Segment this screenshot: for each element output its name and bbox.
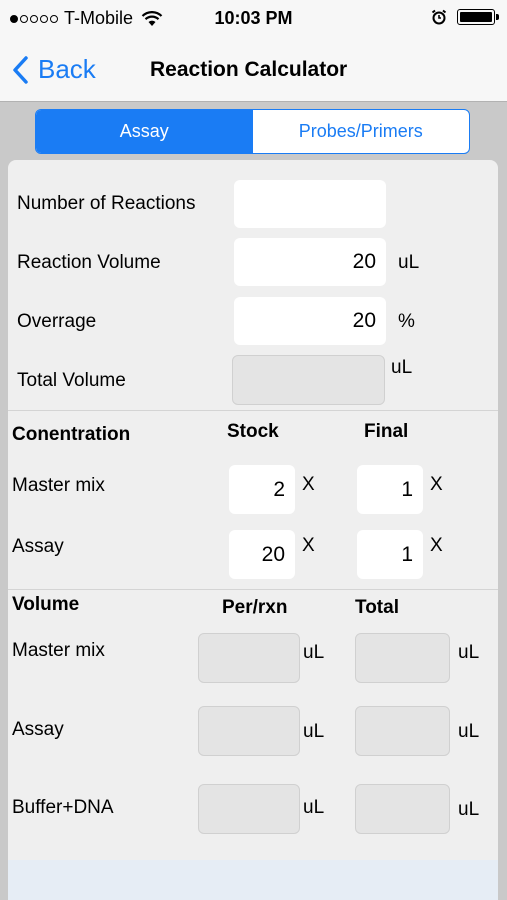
buffer-dna-vol-label: Buffer+DNA bbox=[12, 797, 114, 818]
buffer-dna-total-unit: uL bbox=[458, 799, 480, 820]
assay-final-input[interactable]: 1 bbox=[357, 530, 423, 579]
volume-label: Reaction Volume bbox=[17, 252, 161, 273]
total-volume-output bbox=[232, 355, 385, 405]
assay-total-output bbox=[355, 706, 450, 756]
back-label: Back bbox=[38, 54, 96, 84]
total-volume-label: Total Volume bbox=[17, 370, 126, 391]
concentration-heading: Conentration bbox=[12, 424, 131, 445]
final-column-header: Final bbox=[364, 421, 409, 442]
master-mix-total-output bbox=[355, 633, 450, 683]
assay-conc-label: Assay bbox=[12, 536, 64, 557]
assay-total-unit: uL bbox=[458, 721, 480, 742]
total-column-header: Total bbox=[355, 597, 399, 618]
volume-unit: uL bbox=[398, 252, 420, 273]
buffer-dna-per-rxn-unit: uL bbox=[303, 797, 325, 818]
panel-footer bbox=[8, 860, 498, 900]
assay-vol-label: Assay bbox=[12, 719, 64, 740]
volume-heading: Volume bbox=[12, 594, 80, 615]
master-mix-stock-input[interactable]: 2 bbox=[229, 465, 295, 514]
page-title: Reaction Calculator bbox=[150, 58, 348, 81]
master-mix-per-rxn-unit: uL bbox=[303, 642, 325, 663]
master-mix-total-unit: uL bbox=[458, 642, 480, 663]
per-rxn-column-header: Per/rxn bbox=[222, 597, 288, 618]
total-volume-unit: uL bbox=[391, 357, 413, 378]
buffer-dna-per-rxn-output bbox=[198, 784, 300, 834]
reactions-input[interactable] bbox=[234, 180, 386, 228]
buffer-dna-total-output bbox=[355, 784, 450, 834]
tab-assay[interactable]: Assay bbox=[36, 110, 253, 153]
section-divider bbox=[8, 589, 498, 590]
stock-column-header: Stock bbox=[227, 421, 279, 442]
navigation-bar: Back Reaction Calculator bbox=[0, 38, 507, 102]
status-bar: T-Mobile 10:03 PM bbox=[0, 0, 507, 38]
battery-icon bbox=[457, 9, 499, 25]
master-mix-per-rxn-output bbox=[198, 633, 300, 683]
overage-input[interactable]: 20 bbox=[234, 297, 386, 345]
back-button[interactable]: Back bbox=[12, 54, 96, 85]
master-mix-final-input[interactable]: 1 bbox=[357, 465, 423, 514]
master-mix-final-unit: X bbox=[430, 474, 443, 495]
section-divider bbox=[8, 410, 498, 411]
assay-final-unit: X bbox=[430, 535, 443, 556]
assay-per-rxn-output bbox=[198, 706, 300, 756]
assay-stock-input[interactable]: 20 bbox=[229, 530, 295, 579]
assay-per-rxn-unit: uL bbox=[303, 721, 325, 742]
assay-stock-unit: X bbox=[302, 535, 315, 556]
tab-probes-primers[interactable]: Probes/Primers bbox=[253, 110, 470, 153]
overage-unit: % bbox=[398, 311, 415, 332]
segmented-control: Assay Probes/Primers bbox=[35, 109, 470, 154]
alarm-icon bbox=[431, 9, 447, 25]
overage-label: Overrage bbox=[17, 311, 97, 332]
chevron-left-icon bbox=[13, 55, 28, 84]
master-mix-conc-label: Master mix bbox=[12, 475, 105, 496]
reaction-volume-input[interactable]: 20 bbox=[234, 238, 386, 286]
master-mix-vol-label: Master mix bbox=[12, 640, 105, 661]
master-mix-stock-unit: X bbox=[302, 474, 315, 495]
reactions-label: Number of Reactions bbox=[17, 193, 196, 214]
